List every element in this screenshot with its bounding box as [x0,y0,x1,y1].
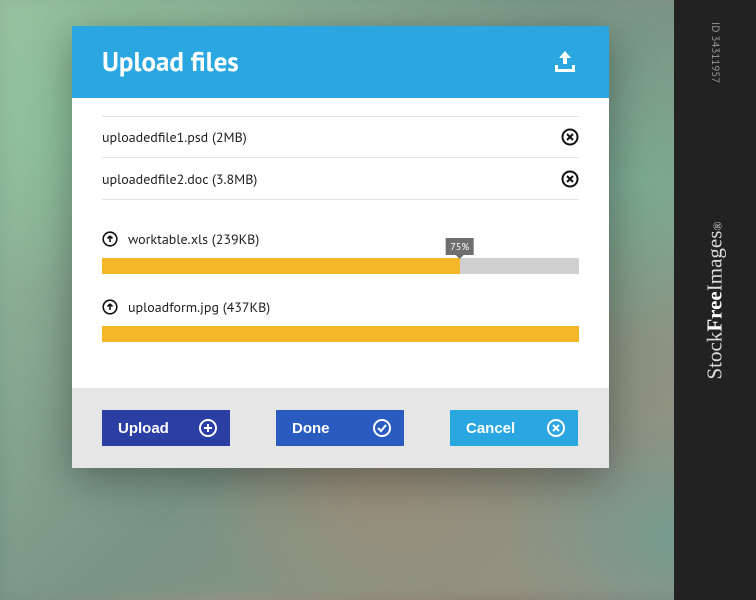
progress-fill [102,258,460,274]
watermark-sidebar: ID 34311957 StockFreeImages® [674,0,756,600]
modal-body: uploadedfile1.psd (2MB) uploadedfile2.do… [72,98,609,388]
modal-title: Upload files [102,45,239,79]
progress-tooltip: 75% [445,238,474,255]
progress-fill [102,326,579,342]
completed-file-row: uploadedfile1.psd (2MB) [102,116,579,158]
modal-header: Upload files [72,26,609,98]
x-circle-icon [546,418,566,438]
upload-arrow-icon [102,231,118,247]
upload-arrow-icon [102,299,118,315]
progress-bar: 75% [102,258,579,274]
uploading-file-label: uploadform.jpg (437KB) [102,298,579,316]
file-label: uploadedfile1.psd (2MB) [102,128,247,146]
watermark-brand: StockFreeImages® [703,221,728,379]
completed-file-row: uploadedfile2.doc (3.8MB) [102,158,579,200]
remove-file-button[interactable] [561,170,579,188]
progress-section: worktable.xls (239KB) 75% uploadform.jpg… [102,230,579,342]
plus-circle-icon [198,418,218,438]
modal-footer: Upload Done Cancel [72,388,609,468]
uploading-file-row: worktable.xls (239KB) 75% [102,230,579,274]
cancel-button[interactable]: Cancel [450,410,578,446]
upload-button[interactable]: Upload [102,410,230,446]
upload-modal: Upload files uploadedfile1.psd (2MB) upl… [72,26,609,468]
upload-button-label: Upload [118,420,169,437]
remove-file-button[interactable] [561,128,579,146]
uploading-file-label: worktable.xls (239KB) [102,230,579,248]
uploading-file-row: uploadform.jpg (437KB) [102,298,579,342]
file-label: uploadedfile2.doc (3.8MB) [102,170,257,188]
done-button-label: Done [292,420,330,437]
cancel-button-label: Cancel [466,420,515,437]
check-circle-icon [372,418,392,438]
progress-bar [102,326,579,342]
done-button[interactable]: Done [276,410,404,446]
watermark-id: ID 34311957 [708,22,722,83]
upload-icon[interactable] [551,49,579,75]
